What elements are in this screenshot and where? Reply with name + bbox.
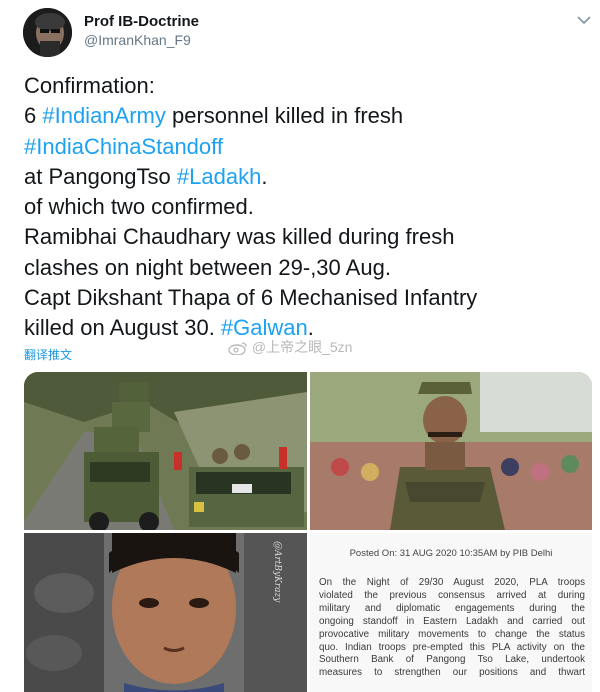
pib-line: Southern Bank of Pangong Tso Lake, under… xyxy=(319,654,585,666)
pib-document[interactable]: Posted On: 31 AUG 2020 10:35AM by PIB De… xyxy=(310,533,592,692)
avatar[interactable] xyxy=(23,8,72,57)
tweet-line: Capt Dikshant Thapa of 6 Mechanised Infa… xyxy=(24,283,594,313)
tweet-line: Confirmation: xyxy=(24,71,594,101)
pib-posted-date: Posted On: 31 AUG 2020 10:35AM by PIB De… xyxy=(349,548,553,559)
watermark: @上帝之眼_5zn xyxy=(228,337,352,357)
convoy-photo[interactable] xyxy=(24,372,307,530)
portrait-photo[interactable]: @ArtByKrazy xyxy=(24,533,307,692)
pib-line: military and diplomatic engagements duri… xyxy=(319,602,585,614)
chevron-down-icon[interactable] xyxy=(576,13,592,27)
translate-tweet-link[interactable]: 翻译推文 xyxy=(24,346,72,363)
tweet-line: clashes on night between 29-,30 Aug. xyxy=(24,253,594,283)
hashtag-link[interactable]: #IndianArmy xyxy=(42,103,166,128)
hashtag-link[interactable]: #IndiaChinaStandoff xyxy=(24,134,223,159)
tweet-line: Ramibhai Chaudhary was killed during fre… xyxy=(24,222,594,252)
tweet-text-span: of which two confirmed. xyxy=(24,194,254,220)
avatar-image xyxy=(23,8,72,57)
photo-watermark: @ArtByKrazy xyxy=(268,541,282,681)
pib-line: ongoing standoff in Eastern Ladakh and c… xyxy=(319,615,585,627)
hashtag-link[interactable]: #Ladakh xyxy=(177,164,261,189)
tweet-text-span: 6 xyxy=(24,103,43,129)
convoy-photo-image xyxy=(24,372,307,530)
tweet-text: Confirmation: 6 #IndianArmy personnel ki… xyxy=(24,71,594,344)
tweet-text-span: Confirmation: xyxy=(24,73,155,98)
tweet-text-span: Capt Dikshant Thapa of 6 Mechanised Infa… xyxy=(24,285,478,311)
tweet-line: 6 #IndianArmy personnel killed in fresh xyxy=(24,101,594,131)
tweet-line: at PangongTso #Ladakh. xyxy=(24,162,594,192)
pib-line: violated the previous consensus arrived … xyxy=(319,589,585,601)
photo-watermark-text: @ArtByKrazy xyxy=(272,541,282,603)
pib-line: On the Night of 29/30 August 2020, PLA t… xyxy=(319,577,585,588)
tweet-header: Prof IB-Doctrine @ImranKhan_F9 xyxy=(0,0,600,64)
tweet-text-span: clashes on night between 29-,30 Aug. xyxy=(24,254,391,280)
soldier-photo[interactable] xyxy=(310,372,592,530)
tweet-text-span: . xyxy=(261,163,268,189)
pib-line: measures to strengthen our positions and… xyxy=(319,667,585,679)
pib-line: provocative military movements to change… xyxy=(319,628,585,640)
pib-line: quo. Indian troops pre-empted this PLA a… xyxy=(319,641,585,653)
author-name[interactable]: Prof IB-Doctrine xyxy=(84,13,199,30)
media-grid: @ArtByKrazy Posted On: 31 AUG 2020 10:35… xyxy=(24,372,592,692)
watermark-text: @上帝之眼_5zn xyxy=(251,339,353,355)
tweet-line: of which two confirmed. xyxy=(24,192,594,222)
weibo-icon xyxy=(228,342,247,356)
tweet-text-span: killed on August 30. xyxy=(24,315,221,341)
portrait-photo-image xyxy=(24,533,307,692)
tweet-text-span: at PangongTso xyxy=(24,163,177,189)
soldier-photo-image xyxy=(310,372,592,530)
pib-body: On the Night of 29/30 August 2020, PLA t… xyxy=(319,577,585,680)
tweet-line: #IndiaChinaStandoff xyxy=(24,132,594,162)
author-handle[interactable]: @ImranKhan_F9 xyxy=(84,32,191,48)
tweet-text-span: personnel killed in fresh xyxy=(165,103,404,129)
tweet-text-span: Ramibhai Chaudhary was killed during fre… xyxy=(24,224,455,250)
